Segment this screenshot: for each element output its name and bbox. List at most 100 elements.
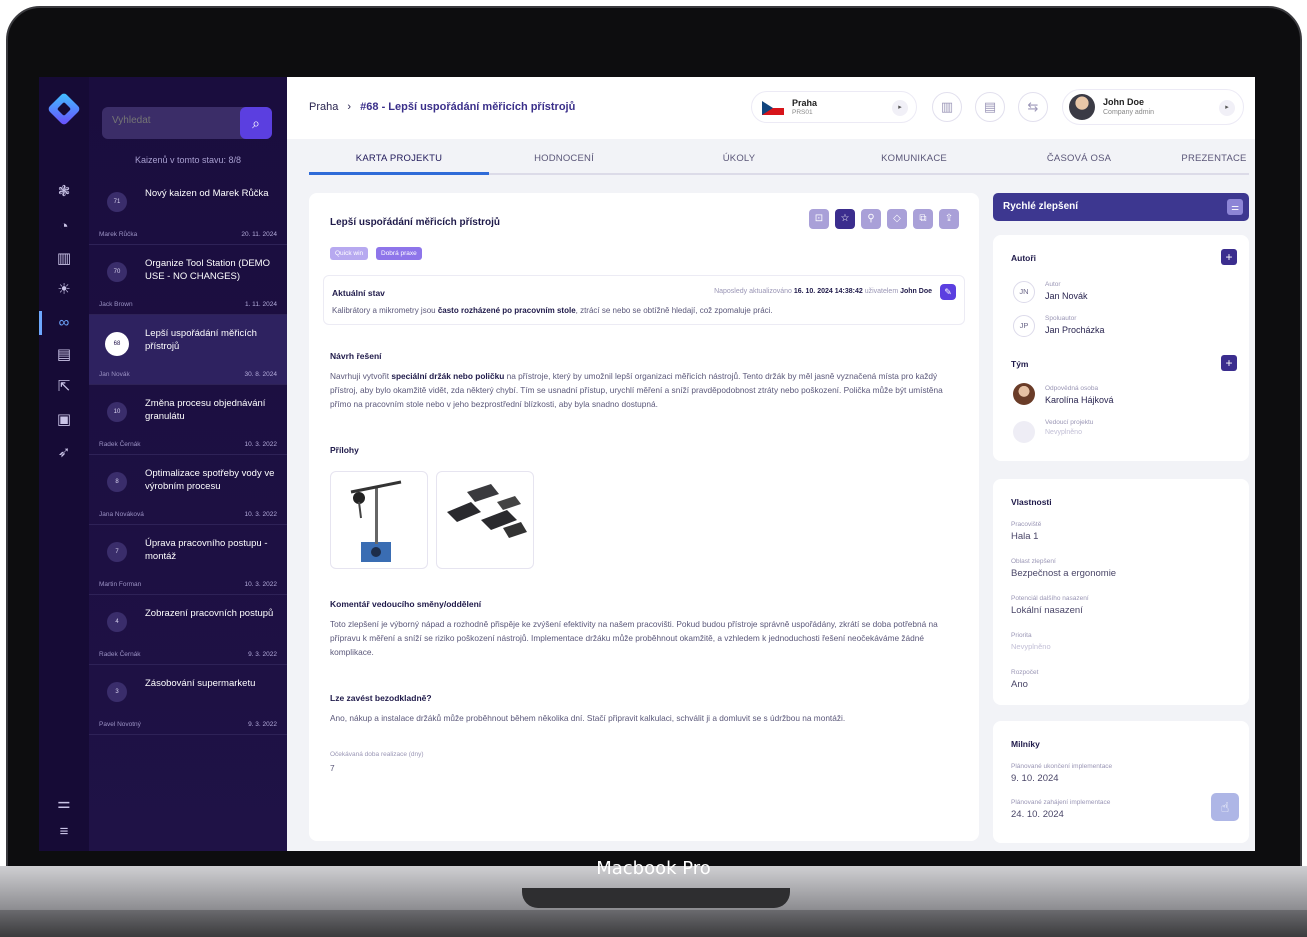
team-heading: Tým	[1011, 359, 1029, 369]
user-menu[interactable]: John Doe Company admin ▸	[1062, 89, 1244, 125]
rail-menu-icon[interactable]: ≡	[54, 822, 74, 842]
property-label: Pracoviště	[1011, 521, 1042, 528]
kaizen-author: Jack Brown	[99, 301, 133, 308]
milestones-panel: Milníky Plánované ukončení implementace …	[993, 721, 1249, 843]
rail-idea-icon[interactable]: ☀	[54, 280, 74, 300]
tab-prezentace[interactable]: PREZENTACE	[1139, 153, 1255, 164]
breadcrumb-root[interactable]: Praha	[309, 101, 338, 113]
updated-by: John Doe	[900, 288, 932, 295]
clipboard-icon[interactable]: ▤	[975, 92, 1005, 122]
last-updated: Naposledy aktualizováno 16. 10. 2024 14:…	[714, 288, 932, 295]
kaizen-author: Marek Růčka	[99, 231, 138, 238]
list-item[interactable]: 3 Zásobování supermarketu Pavel Novotný 9. …	[89, 665, 287, 735]
share-icon[interactable]: ⇪	[939, 209, 959, 229]
location-name: Praha	[792, 98, 818, 108]
search-icon[interactable]: ⌕	[240, 107, 272, 139]
duration-label: Očekávaná doba realizace (dny)	[330, 751, 424, 758]
attachment-thumbnail[interactable]	[330, 471, 428, 569]
kaizen-date: 9. 3. 2022	[248, 721, 277, 728]
kaizen-title: Nový kaizen od Marek Růčka	[145, 188, 269, 199]
lead-name: Nevyplněno	[1045, 429, 1082, 436]
add-team-member-button[interactable]: +	[1221, 355, 1237, 371]
list-item[interactable]: 71 Nový kaizen od Marek Růčka Marek Růčka 2…	[89, 175, 287, 245]
properties-panel: Vlastnosti Pracoviště Hala 1 Oblast zlepše…	[993, 479, 1249, 705]
list-item[interactable]: 7 Úprava pracovního postupu - montáž Marti…	[89, 525, 287, 595]
lock-icon[interactable]: ⊡	[809, 209, 829, 229]
icon-rail: ❃ ◔ ▥ ☀ ∞ ▤ ⇱ ▣ ➶ ⚌ ≡	[39, 77, 89, 851]
list-item[interactable]: 4 Zobrazení pracovních postupů Radek Černá…	[89, 595, 287, 665]
attachment-thumbnail[interactable]	[436, 471, 534, 569]
rail-clipboard-icon[interactable]: ▤	[54, 345, 74, 365]
free-implementation-text: Ano, nákup a instalace držáků může probě…	[330, 713, 846, 723]
project-title: Lepší uspořádání měřicích přístrojů	[330, 217, 501, 228]
milestone-label: Plánované ukončení implementace	[1011, 763, 1113, 770]
rail-settings-icon[interactable]: ⚌	[54, 794, 74, 814]
author-name: Jan Novák	[1045, 291, 1088, 301]
list-item[interactable]: 10 Změna procesu objednávání granulátu Rad…	[89, 385, 287, 455]
coauthor-role: Spoluautor	[1045, 315, 1077, 322]
chevron-right-icon[interactable]: ▸	[1219, 100, 1235, 116]
property-value: Hala 1	[1011, 531, 1039, 542]
solution-heading: Návrh řešení	[330, 351, 382, 361]
touch-icon[interactable]: ☝	[1211, 793, 1239, 821]
location-selector[interactable]: Praha PRS01 ▸	[751, 91, 917, 123]
tab-casova-osa[interactable]: ČASOVÁ OSA	[1004, 153, 1154, 164]
list-item[interactable]: 8 Optimalizace spotřeby vody ve výrobním …	[89, 455, 287, 525]
state-text-bold: často rozházené po pracovním stole	[437, 306, 576, 315]
milestone-label: Plánované zahájení implementace	[1011, 799, 1111, 806]
rail-kaizen-icon[interactable]: ∞	[54, 313, 74, 333]
avatar-placeholder	[1013, 421, 1035, 443]
quick-improvement-title: Rychlé zlepšení	[1003, 201, 1079, 212]
kaizen-date: 30. 8. 2024	[244, 371, 277, 378]
star-icon[interactable]: ☆	[835, 209, 855, 229]
property-value: Ano	[1011, 679, 1028, 690]
coauthor-name: Jan Procházka	[1045, 325, 1105, 335]
rail-rocket-icon[interactable]: ➶	[54, 443, 74, 463]
updated-at: 16. 10. 2024 14:38:42	[793, 288, 863, 295]
rail-chart-icon[interactable]: ◔	[54, 217, 74, 237]
signpost-icon[interactable]: ⇆	[1018, 92, 1048, 122]
property-label: Potenciál dalšího nasazení	[1011, 595, 1089, 602]
edit-icon[interactable]: ✎	[940, 284, 956, 300]
logo-icon[interactable]	[47, 92, 81, 126]
property-label: Priorita	[1011, 632, 1032, 639]
kaizen-number-badge: 4	[107, 612, 127, 632]
tag-dobra-praxe: Dobrá praxe	[376, 247, 422, 260]
kaizen-date: 10. 3. 2022	[244, 511, 277, 518]
main-area: Praha › #68 - Lepší uspořádání měřicích …	[287, 77, 1255, 851]
project-card: Lepší uspořádání měřicích přístrojů ⊡ ☆ …	[309, 193, 979, 841]
kaizen-author: Radek Černák	[99, 441, 141, 448]
current-state-label: Aktuální stav	[332, 288, 385, 298]
top-bar: Praha › #68 - Lepší uspořádání měřicích …	[287, 77, 1255, 139]
czech-flag-icon	[762, 101, 784, 115]
tab-ukoly[interactable]: ÚKOLY	[664, 153, 814, 164]
tag-icon[interactable]: ◇	[887, 209, 907, 229]
add-author-button[interactable]: +	[1221, 249, 1237, 265]
authors-heading: Autoři	[1011, 253, 1037, 263]
rail-dashboard-icon[interactable]: ❃	[54, 182, 74, 202]
milestone-value: 24. 10. 2024	[1011, 809, 1064, 820]
rail-active-indicator	[39, 311, 42, 335]
kaizen-number-badge: 68	[105, 332, 129, 356]
kaizen-author: Jan Novák	[99, 371, 130, 378]
kaizen-date: 9. 3. 2022	[248, 651, 277, 658]
chevron-right-icon[interactable]: ▸	[892, 100, 908, 116]
pin-icon[interactable]: ⚲	[861, 209, 881, 229]
kaizen-title: Změna procesu objednávání granulátu	[145, 398, 266, 422]
rail-audit-icon[interactable]: ▣	[54, 410, 74, 430]
rail-barcode-icon[interactable]: ▥	[54, 249, 74, 269]
list-item[interactable]: 70 Organize Tool Station (DEMO USE - NO C…	[89, 245, 287, 315]
list-item[interactable]: 68 Lepší uspořádání měřicích přístrojů Jan…	[89, 315, 287, 385]
rail-export-icon[interactable]: ⇱	[54, 377, 74, 397]
search-input[interactable]	[112, 115, 232, 126]
kaizen-title: Zobrazení pracovních postupů	[145, 608, 274, 619]
kaizen-date: 10. 3. 2022	[244, 441, 277, 448]
barcode-icon[interactable]: ▥	[932, 92, 962, 122]
tab-hodnoceni[interactable]: HODNOCENÍ	[489, 153, 639, 164]
author-role: Autor	[1045, 281, 1061, 288]
tab-komunikace[interactable]: KOMUNIKACE	[839, 153, 989, 164]
tab-karta-projektu[interactable]: KARTA PROJEKTU	[324, 153, 474, 164]
copy-icon[interactable]: ⧉	[913, 209, 933, 229]
comment-heading: Komentář vedoucího směny/oddělení	[330, 599, 482, 609]
settings-sliders-icon[interactable]: ⚌	[1227, 199, 1243, 215]
